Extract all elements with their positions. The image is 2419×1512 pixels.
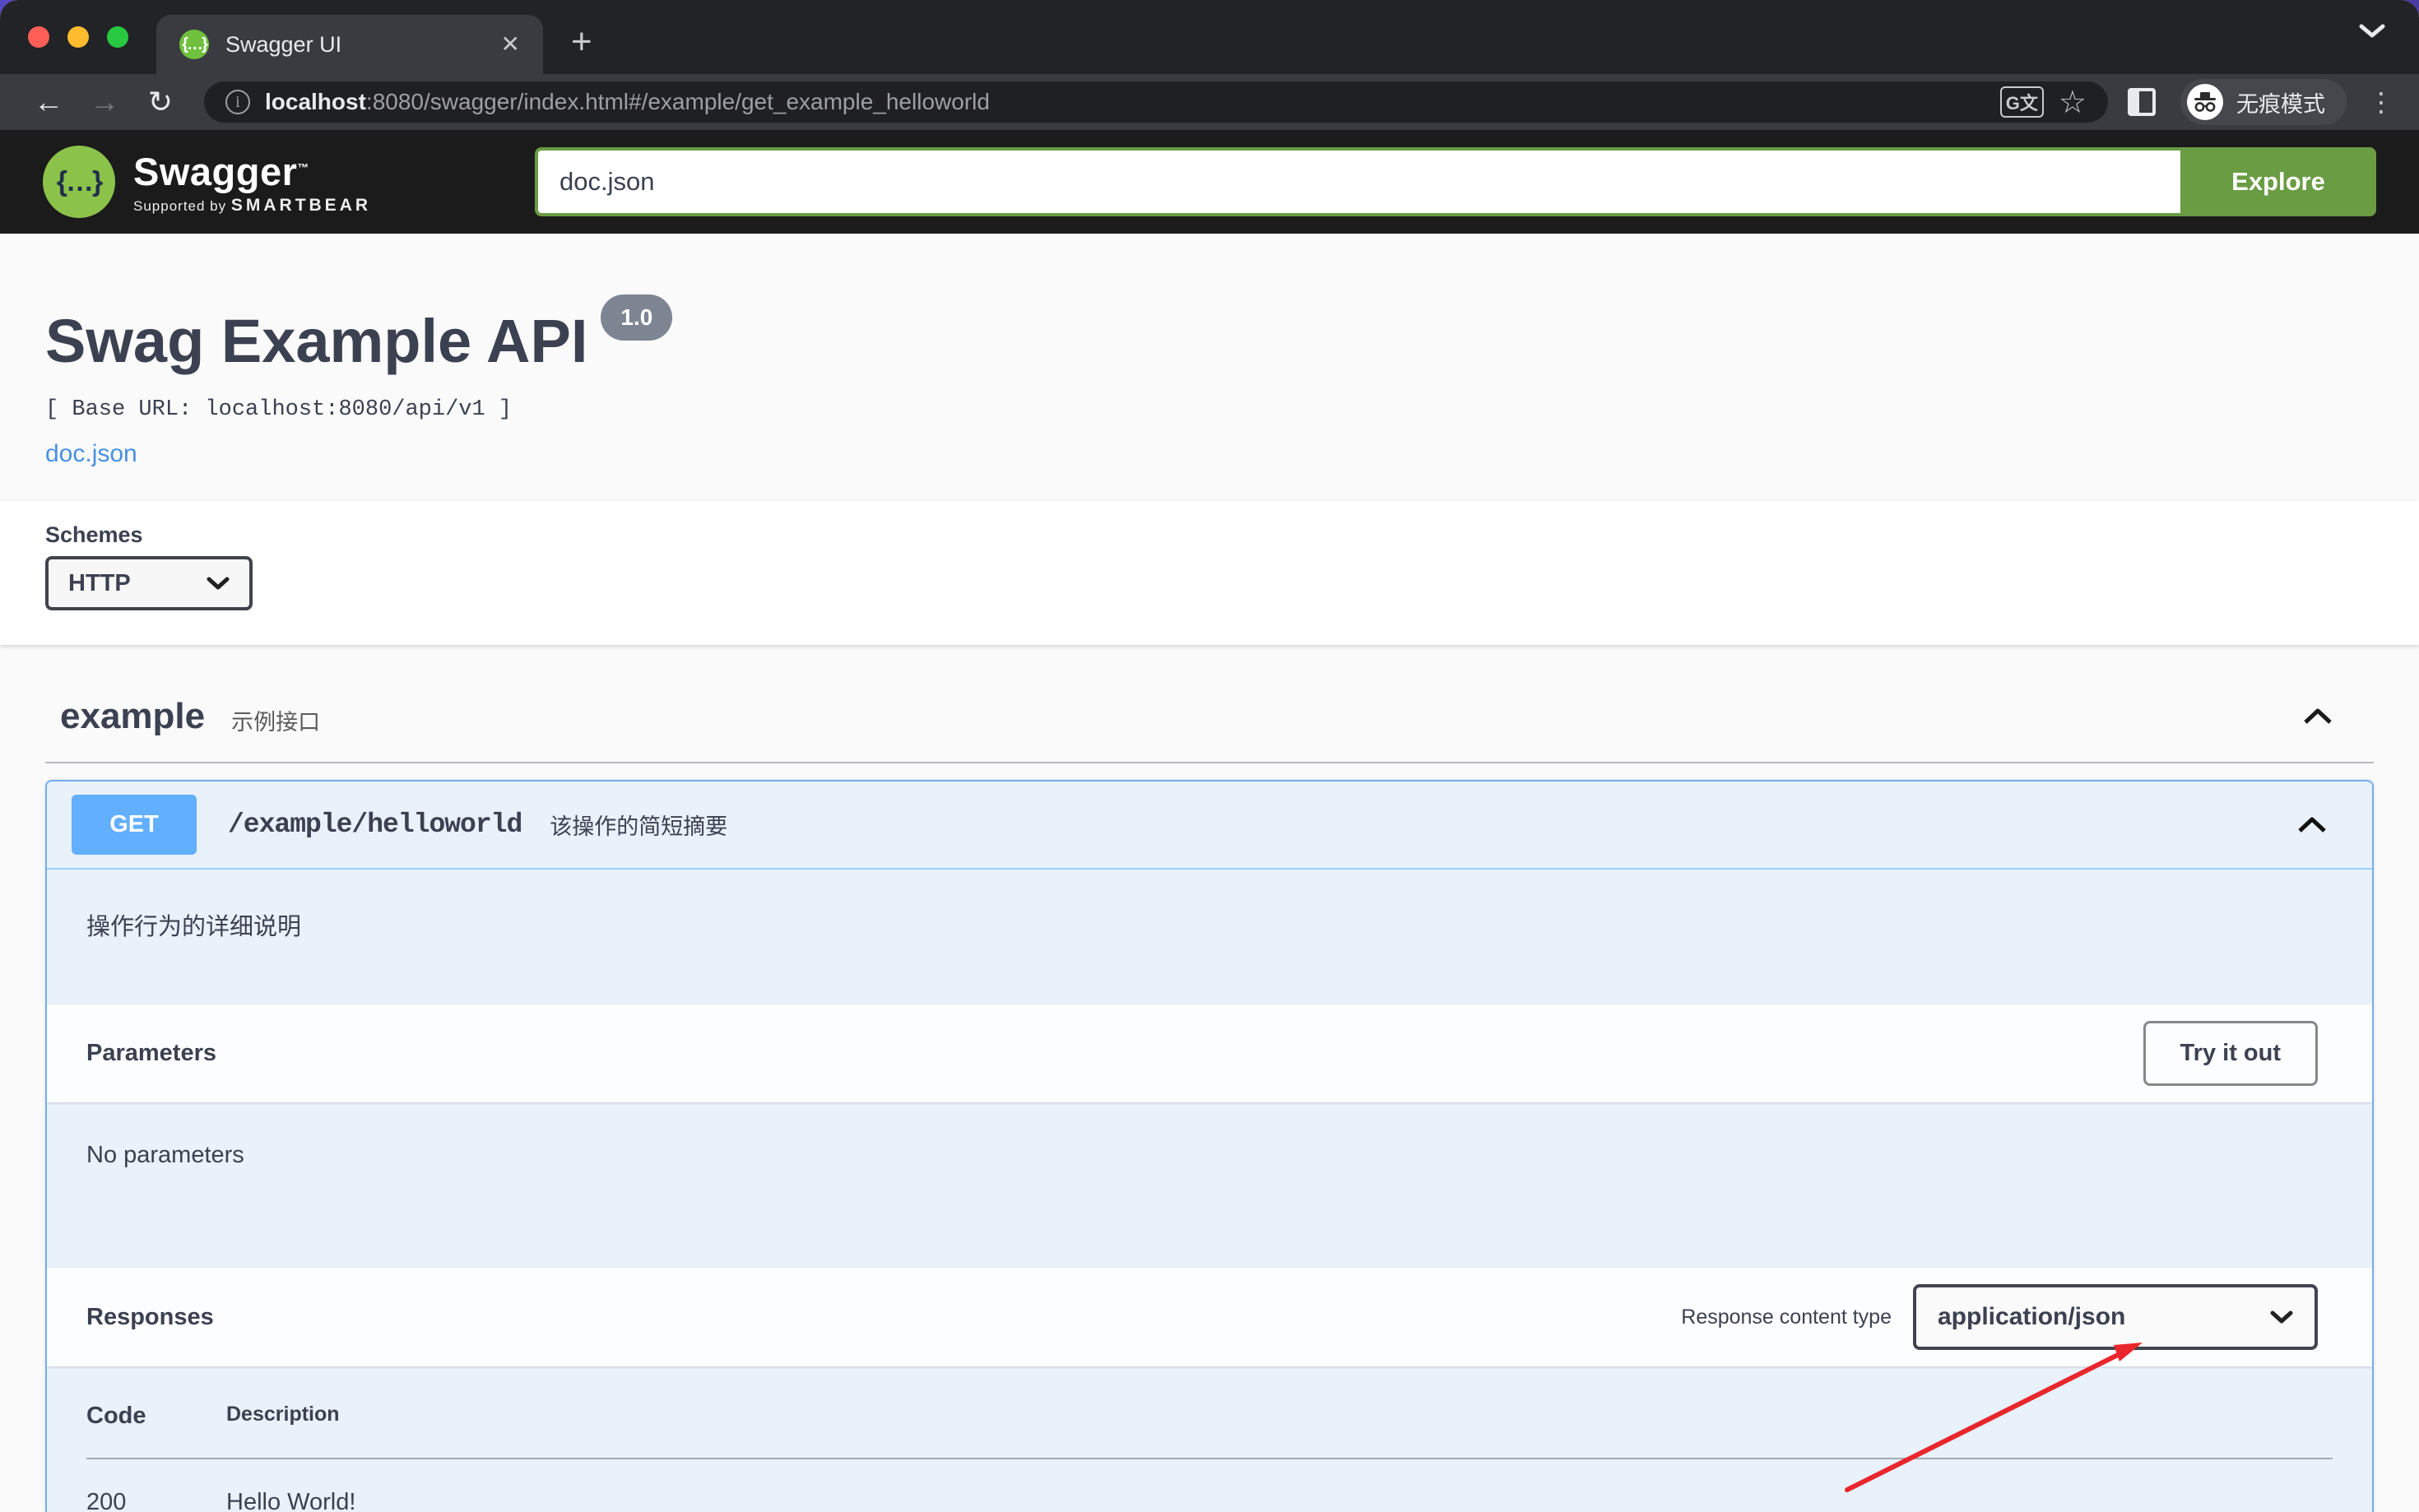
incognito-icon [2187,84,2223,120]
url-text[interactable]: localhost:8080/swagger/index.html#/examp… [265,89,1985,115]
translate-icon[interactable]: G文 [2000,86,2044,118]
zoom-window-button[interactable] [107,26,128,48]
spec-url-form: Explore [535,147,2376,216]
response-content-type-select[interactable]: application/json [1913,1284,2318,1350]
api-version-badge: 1.0 [601,295,672,341]
tag-collapse-chevron-icon[interactable] [2301,707,2334,726]
tag-section: example 示例接口 GET /example/helloworld 该操作… [0,645,2419,1512]
incognito-label: 无痕模式 [2236,86,2325,118]
back-button[interactable]: ← [25,85,72,119]
response-description: Hello World! [226,1489,355,1512]
operation-summary-text: 该操作的简短摘要 [550,809,727,841]
browser-tab[interactable]: {…} Swagger UI ✕ [156,15,543,74]
brand-text: Swagger [133,150,297,193]
address-bar[interactable]: i localhost:8080/swagger/index.html#/exa… [204,81,2108,123]
operation-collapse-chevron-icon[interactable] [2296,816,2328,834]
forward-button[interactable]: → [81,85,128,119]
responses-table: Code Description 200 Hello World! [47,1366,2372,1512]
responses-header: Responses Response content type applicat… [47,1268,2372,1366]
schemes-section: Schemes HTTP [0,501,2419,645]
schemes-selected-value: HTTP [68,570,131,597]
incognito-badge: 无痕模式 [2180,79,2347,125]
api-title: Swag Example API [45,306,587,376]
traffic-lights [28,26,128,48]
tab-strip: {…} Swagger UI ✕ + [0,0,2419,74]
description-column-header: Description [226,1403,340,1430]
browser-window: {…} Swagger UI ✕ + ← → ↻ i localhost:808… [0,0,2419,1512]
operation-summary[interactable]: GET /example/helloworld 该操作的简短摘要 [47,782,2372,870]
swagger-logo-icon: {…} [43,146,115,218]
site-info-icon[interactable]: i [225,90,250,114]
operation-block-get-helloworld: GET /example/helloworld 该操作的简短摘要 操作行为的详细… [45,780,2374,1512]
schemes-label: Schemes [45,522,2374,548]
tab-list-chevron-icon[interactable] [2358,21,2386,39]
operation-path: /example/helloworld [228,809,522,840]
response-content-type-label: Response content type [1681,1306,1892,1329]
browser-menu-icon[interactable]: ⋮ [2368,86,2394,118]
minimize-window-button[interactable] [67,26,89,48]
base-url: [ Base URL: localhost:8080/api/v1 ] [45,397,2374,422]
tab-close-icon[interactable]: ✕ [501,33,520,56]
response-code: 200 [86,1489,226,1512]
response-row-200: 200 Hello World! [86,1459,2333,1512]
no-parameters-text: No parameters [86,1142,244,1168]
responses-title: Responses [86,1304,214,1331]
api-info-section: Swag Example API 1.0 [ Base URL: localhos… [0,234,2419,501]
spec-doc-link[interactable]: doc.json [45,440,137,468]
parameters-header: Parameters Try it out [47,1004,2372,1102]
parameters-title: Parameters [86,1040,216,1067]
chevron-down-icon [2270,1310,2293,1324]
swagger-favicon-icon: {…} [179,30,209,59]
swagger-brand: Swagger™ Supported by SMARTBEAR [133,149,371,216]
smartbear-text: SMARTBEAR [231,196,371,215]
try-it-out-button[interactable]: Try it out [2143,1021,2318,1086]
explore-button[interactable]: Explore [2180,147,2376,216]
tag-description: 示例接口 [231,704,320,736]
schemes-select[interactable]: HTTP [45,556,253,610]
swagger-page: Swag Example API 1.0 [ Base URL: localhos… [0,234,2419,1512]
brand-tm: ™ [297,160,309,174]
bookmark-star-icon[interactable]: ☆ [2059,84,2087,121]
parameters-body: No parameters [47,1102,2372,1268]
url-path: :8080/swagger/index.html#/example/get_ex… [366,89,990,114]
tab-title: Swagger UI [225,32,485,58]
url-host: localhost [265,89,366,114]
new-tab-button[interactable]: + [571,21,592,63]
supported-by-text: Supported by [133,198,231,214]
tag-name: example [60,696,205,737]
spec-url-input[interactable] [535,147,2180,216]
swagger-topbar: {…} Swagger™ Supported by SMARTBEAR Expl… [0,130,2419,234]
tag-header[interactable]: example 示例接口 [45,684,2374,763]
side-panel-icon[interactable] [2128,88,2156,116]
close-window-button[interactable] [28,26,49,48]
http-method-badge: GET [72,795,197,855]
operation-description: 操作行为的详细说明 [47,870,2372,1004]
browser-toolbar: ← → ↻ i localhost:8080/swagger/index.htm… [0,74,2419,130]
code-column-header: Code [86,1403,226,1430]
content-type-selected-value: application/json [1938,1303,2125,1331]
reload-button[interactable]: ↻ [137,85,184,119]
responses-table-header: Code Description [86,1403,2333,1459]
chevron-down-icon [207,576,230,591]
